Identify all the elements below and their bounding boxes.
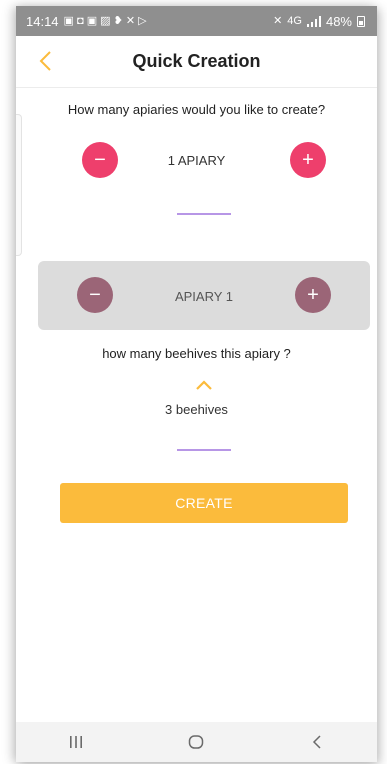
home-button[interactable]	[176, 727, 216, 757]
plus-icon: +	[307, 284, 319, 306]
chevron-left-icon	[39, 51, 51, 71]
back-button[interactable]	[30, 46, 60, 76]
apiaries-question: How many apiaries would you like to crea…	[67, 102, 326, 117]
beehives-count: 3 beehives	[165, 402, 228, 417]
beehives-underline	[177, 449, 231, 451]
side-panel-edge	[16, 114, 22, 256]
chevron-up-icon[interactable]	[195, 379, 213, 391]
signal-icon	[306, 15, 321, 27]
increment-apiaries-button[interactable]: +	[290, 142, 326, 178]
recent-apps-button[interactable]	[56, 727, 96, 757]
beehives-question: how many beehives this apiary ?	[102, 346, 291, 361]
create-button[interactable]: CREATE	[60, 483, 348, 523]
battery-percent: 48%	[325, 13, 352, 29]
apiary-card: − APIARY 1 +	[38, 261, 370, 330]
app-header: Quick Creation	[16, 36, 377, 88]
status-bar: 14:14 ▣ ◘ ▣ ▨ ❥ ✕ ▷ ✕ 4G 48%	[16, 6, 377, 36]
device-screen: 14:14 ▣ ◘ ▣ ▨ ❥ ✕ ▷ ✕ 4G 48% Quick Creat…	[16, 6, 377, 762]
status-right: ✕ 4G 48%	[273, 14, 365, 29]
network-type: 4G	[287, 14, 302, 27]
navigation-bar	[16, 722, 377, 762]
apiaries-underline	[177, 213, 231, 215]
recent-apps-icon	[70, 736, 83, 748]
plus-icon: +	[302, 149, 314, 171]
battery-icon	[357, 15, 365, 27]
mute-icon: ✕	[273, 14, 283, 27]
page-title: Quick Creation	[132, 51, 261, 71]
home-icon	[189, 735, 204, 749]
back-nav-button[interactable]	[297, 727, 337, 757]
chevron-left-icon	[312, 735, 321, 749]
increment-apiary-button[interactable]: +	[295, 277, 331, 313]
status-time: 14:14	[26, 13, 59, 29]
notification-icons: ▣ ◘ ▣ ▨ ❥ ✕ ▷	[63, 14, 147, 27]
status-left: 14:14 ▣ ◘ ▣ ▨ ❥ ✕ ▷	[26, 14, 147, 29]
